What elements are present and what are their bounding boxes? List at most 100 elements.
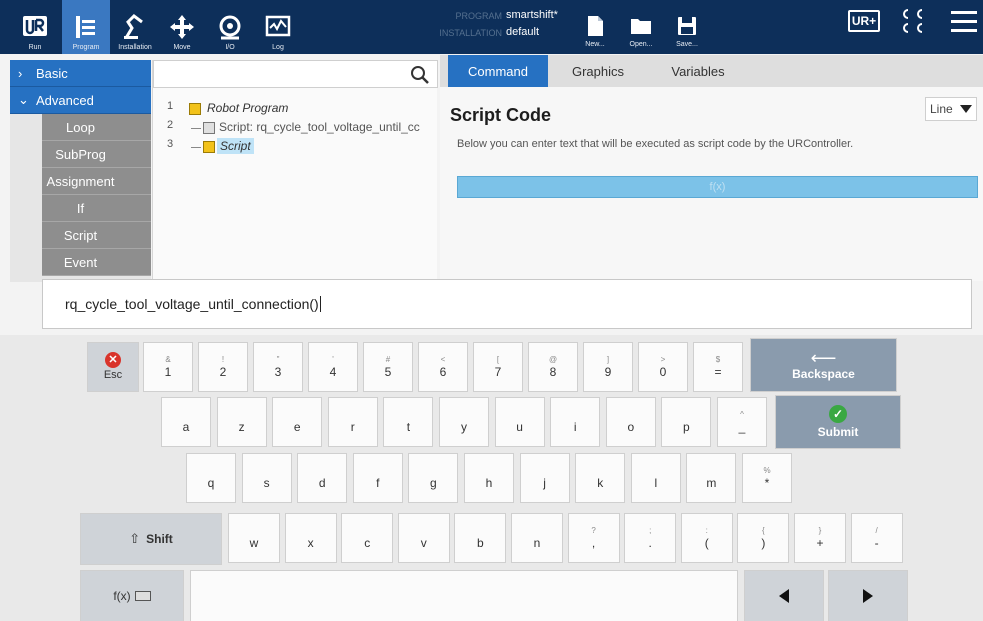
key-,[interactable]: ?,	[567, 513, 620, 563]
nav-item-if[interactable]: If	[42, 195, 151, 222]
key-0[interactable]: >0	[638, 342, 688, 392]
key-+[interactable]: } +	[794, 513, 846, 563]
tool-label: Program	[72, 44, 100, 51]
collapse-arrow-icon[interactable]	[189, 103, 201, 115]
tree-search-input[interactable]	[153, 60, 438, 88]
shift-key[interactable]: ⇧ Shift	[80, 513, 222, 565]
save-icon	[678, 17, 696, 35]
urplus-icon: UR+	[848, 10, 880, 32]
keyboard-icon	[134, 591, 151, 601]
fx-key-label: f(x)	[113, 588, 131, 603]
key-f[interactable]: f	[352, 453, 403, 503]
space-key[interactable]	[190, 570, 738, 621]
shift-label: Shift	[146, 531, 173, 546]
page-title: Script Code	[450, 105, 552, 125]
tool-program[interactable]: Program	[62, 0, 110, 54]
tool-installation[interactable]: Installation	[112, 0, 158, 54]
nav-basic[interactable]: › Basic	[10, 60, 151, 87]
submit-key[interactable]: ✓ Submit	[775, 395, 901, 449]
key-b[interactable]: b	[454, 513, 507, 563]
key-p[interactable]: p	[661, 397, 712, 447]
key-h[interactable]: h	[464, 453, 514, 503]
search-icon[interactable]	[409, 64, 431, 86]
key-i[interactable]: i	[550, 397, 601, 447]
nav-item-loop[interactable]: Loop	[42, 114, 151, 141]
key-w[interactable]: w	[228, 513, 280, 563]
tab-variables[interactable]: Variables	[648, 55, 748, 87]
open-button[interactable]: Open...	[618, 0, 664, 54]
key-([interactable]: :(	[680, 513, 733, 563]
fx-key[interactable]: f(x)	[80, 570, 184, 621]
hamburger-menu-button[interactable]	[948, 6, 980, 46]
key-j[interactable]: j	[519, 453, 570, 503]
save-label: Save...	[676, 41, 698, 48]
key-y[interactable]: y	[439, 397, 489, 447]
key-v[interactable]: v	[397, 513, 450, 563]
nav-item-event[interactable]: Event	[42, 249, 151, 276]
tool-run[interactable]: Run	[14, 0, 56, 54]
urplus-button[interactable]: UR+	[846, 6, 882, 46]
save-button[interactable]: Save...	[664, 0, 710, 54]
key-d[interactable]: d	[297, 453, 348, 503]
key-primary-char: =	[714, 365, 722, 379]
key-.[interactable]: ;.	[624, 513, 677, 563]
key-primary-char: z	[238, 420, 245, 434]
tool-label: Move	[173, 44, 191, 51]
tree-row[interactable]: 2 Script: rq_cycle_tool_voltage_until_cc	[153, 119, 438, 138]
key-m[interactable]: m	[686, 453, 737, 503]
key-k[interactable]: k	[575, 453, 626, 503]
key-o[interactable]: o	[605, 397, 656, 447]
script-code-input[interactable]: rq_cycle_tool_voltage_until_connection()	[42, 279, 972, 329]
key-_[interactable]: ^ _	[717, 397, 767, 447]
tool-move[interactable]: Move	[160, 0, 204, 54]
tree-row[interactable]: 1 Robot Program	[153, 100, 438, 119]
key-primary-char: x	[307, 536, 314, 550]
key-s[interactable]: s	[241, 453, 292, 503]
key-t[interactable]: t	[383, 397, 434, 447]
backspace-key[interactable]: ⟵ Backspace	[750, 338, 897, 392]
key-g[interactable]: g	[408, 453, 459, 503]
new-button[interactable]: New...	[572, 0, 618, 54]
key-2[interactable]: ! 2	[198, 342, 248, 392]
tree-connector	[191, 147, 201, 148]
key-)[interactable]: {)	[737, 513, 790, 563]
key-q[interactable]: q	[186, 453, 236, 503]
key-8[interactable]: @8	[528, 342, 578, 392]
key-u[interactable]: u	[494, 397, 545, 447]
tool-io[interactable]: I/O	[208, 0, 252, 54]
key-6[interactable]: <6	[418, 342, 468, 392]
key-e[interactable]: e	[272, 397, 323, 447]
tab-graphics[interactable]: Graphics	[548, 55, 648, 87]
tab-command[interactable]: Command	[448, 55, 548, 87]
key-c[interactable]: c	[341, 513, 394, 563]
key--[interactable]: / -	[850, 513, 903, 563]
key-*[interactable]: % *	[742, 453, 792, 503]
nav-advanced[interactable]: ⌄ Advanced	[10, 87, 151, 114]
key-a[interactable]: a	[161, 397, 211, 447]
key-n[interactable]: n	[511, 513, 563, 563]
esc-key[interactable]: ✕ Esc	[87, 342, 139, 392]
arrow-left-key[interactable]	[744, 570, 824, 621]
chevron-right-icon: ›	[18, 65, 23, 81]
tree-row-selected[interactable]: 3 Script	[153, 138, 438, 157]
fx-expression-bar[interactable]: f(x)	[457, 176, 978, 198]
nav-item-script[interactable]: Script	[42, 222, 151, 249]
program-tree-panel: 1 Robot Program 2 Script: rq_cycle_tool_…	[152, 60, 438, 282]
key-5[interactable]: #5	[363, 342, 413, 392]
key-4[interactable]: ' 4	[308, 342, 358, 392]
key-9[interactable]: ] 9	[583, 342, 633, 392]
key-3[interactable]: " 3	[253, 342, 303, 392]
nav-item-subprog[interactable]: SubProg	[42, 141, 151, 168]
key-r[interactable]: r	[327, 397, 378, 447]
key-x[interactable]: x	[284, 513, 337, 563]
key-1[interactable]: & 1	[143, 342, 193, 392]
mode-select[interactable]: Line	[925, 97, 977, 121]
key-l[interactable]: l	[630, 453, 681, 503]
key-z[interactable]: z	[216, 397, 267, 447]
nav-item-assignment[interactable]: Assignment	[42, 168, 151, 195]
arrow-right-key[interactable]	[828, 570, 908, 621]
tool-log[interactable]: Log	[256, 0, 300, 54]
close-icon: ✕	[105, 351, 121, 368]
key-=[interactable]: $ =	[693, 342, 743, 392]
key-7[interactable]: [7	[473, 342, 523, 392]
